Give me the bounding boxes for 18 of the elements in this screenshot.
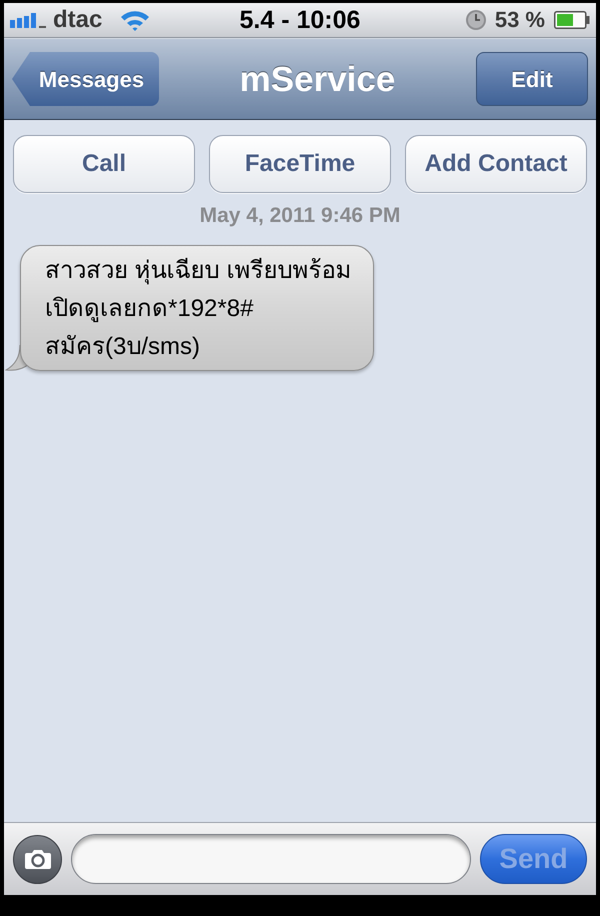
clock-icon bbox=[466, 10, 486, 30]
message-timestamp: May 4, 2011 9:46 PM bbox=[200, 204, 400, 228]
edit-button[interactable]: Edit bbox=[476, 52, 588, 106]
battery-icon bbox=[554, 11, 590, 29]
back-button[interactable]: Messages bbox=[12, 52, 159, 106]
wifi-icon bbox=[120, 9, 150, 31]
carrier-name: dtac bbox=[53, 8, 102, 32]
battery-percent: 53 % bbox=[494, 9, 545, 31]
message-input-field[interactable] bbox=[71, 834, 471, 884]
contact-action-button[interactable]: Add Contact bbox=[405, 135, 587, 193]
status-time: 5.4 - 10:06 bbox=[240, 8, 360, 32]
camera-icon bbox=[24, 849, 50, 869]
conversation-title: mService bbox=[240, 62, 396, 96]
contact-action-button[interactable]: Call bbox=[13, 135, 195, 193]
signal-bars-icon bbox=[10, 12, 46, 28]
contact-action-button[interactable]: FaceTime bbox=[209, 135, 391, 193]
camera-button[interactable] bbox=[13, 834, 62, 884]
message-text: สาวสวย หุ่นเฉียบ เพรียบพร้อม เปิดดูเลยกด*192*8# สมัคร(3บ/sms) bbox=[45, 256, 352, 362]
